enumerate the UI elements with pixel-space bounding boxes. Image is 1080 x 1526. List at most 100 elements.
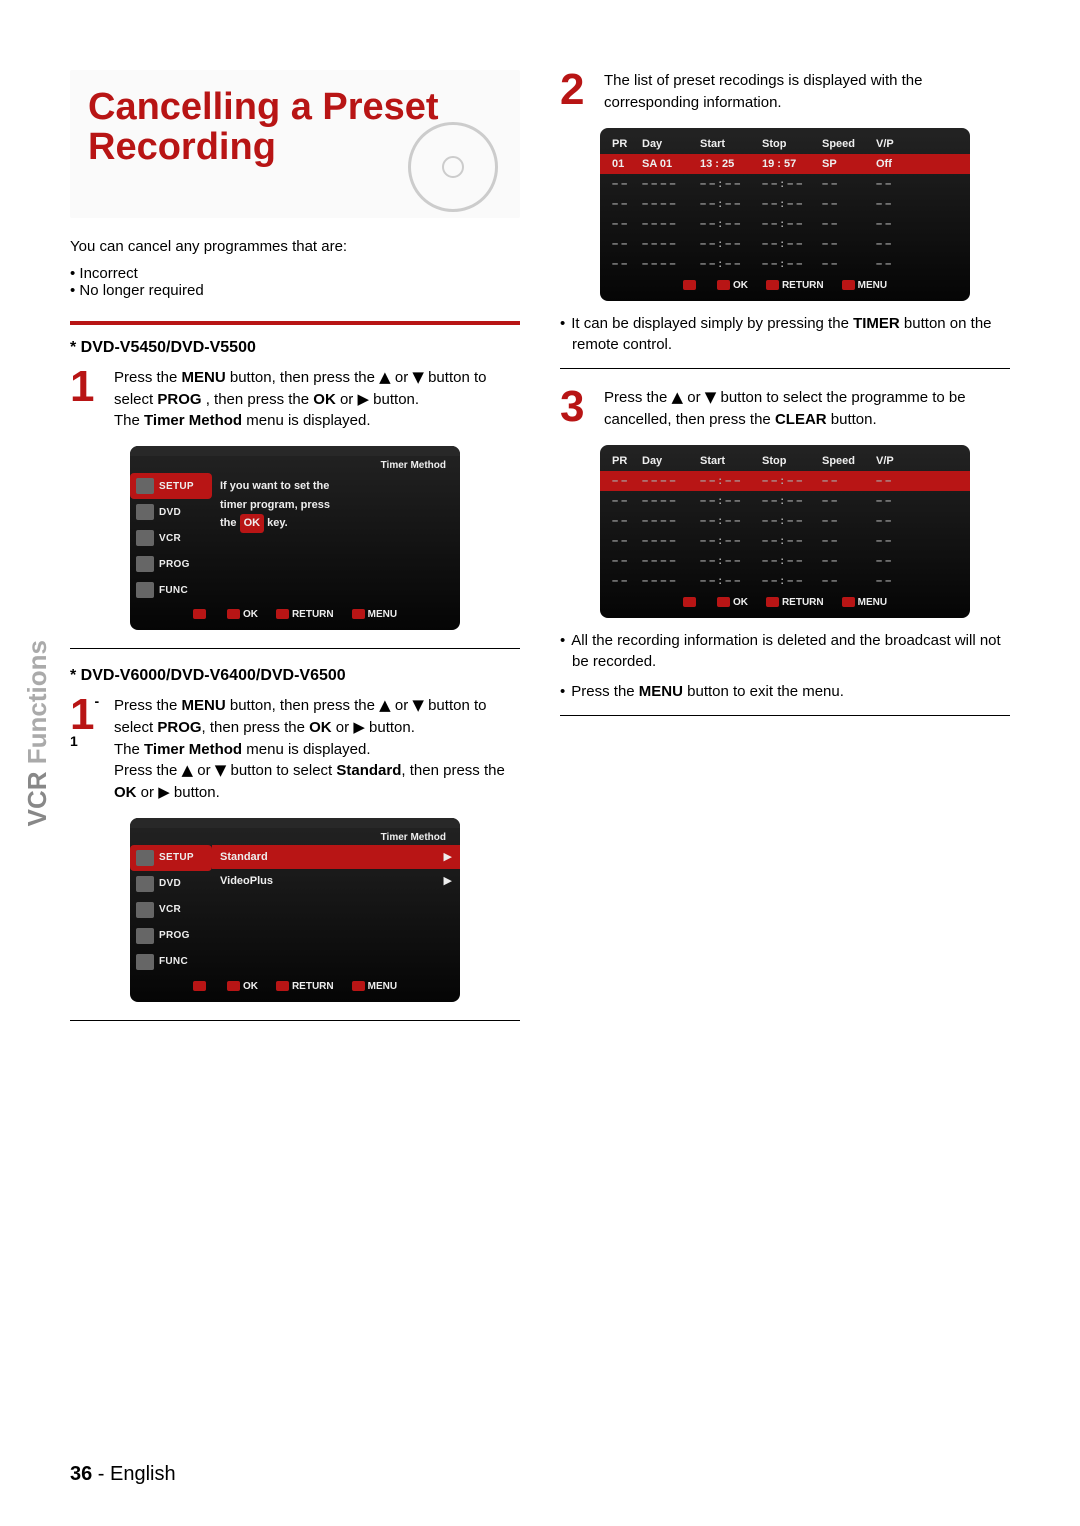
table-header: PRDayStartStopSpeedV/P	[600, 134, 970, 154]
prog-icon	[136, 928, 154, 944]
step-1-sec2: 1-1 Press the MENU button, then press th…	[70, 695, 520, 804]
step-3: 3 Press the ▲ or ▼ button to select the …	[560, 387, 1010, 431]
divider	[70, 1020, 520, 1021]
step-1-sec1: 1 Press the MENU button, then press the …	[70, 367, 520, 432]
note-list: It can be displayed simply by pressing t…	[560, 313, 1010, 357]
divider	[70, 648, 520, 649]
preset-table-1: PRDayStartStopSpeedV/P 01SA 0113 : 2519 …	[600, 128, 970, 301]
step-number: 1	[70, 367, 104, 432]
up-arrow-icon: ▲	[182, 760, 194, 782]
right-arrow-icon: ▶	[353, 717, 365, 739]
note-item: All the recording information is deleted…	[560, 630, 1010, 674]
return-icon	[276, 609, 289, 619]
side-section-label: VCR Functions	[22, 640, 53, 826]
disc-icon	[408, 122, 498, 212]
right-arrow-icon: ▶	[444, 872, 452, 891]
ok-icon	[717, 280, 730, 290]
dvd-icon	[136, 504, 154, 520]
osd-sidebar: SETUP DVD VCR PROG FUNC	[130, 845, 212, 975]
right-arrow-icon: ▶	[357, 389, 369, 411]
table-header: PRDayStartStopSpeedV/P	[600, 451, 970, 471]
table-row: – –– – – –– – : – –– – : – –– –– –	[600, 214, 970, 234]
prog-icon	[136, 556, 154, 572]
step-2: 2 The list of preset recodings is displa…	[560, 70, 1010, 114]
osd-screenshot-1: Timer Method SETUP DVD VCR PROG FUNC If …	[130, 446, 460, 630]
return-icon	[766, 280, 779, 290]
preset-table-2: PRDayStartStopSpeedV/P – –– – – –– – : –…	[600, 445, 970, 618]
setup-icon	[136, 850, 154, 866]
up-arrow-icon: ▲	[379, 695, 391, 717]
up-arrow-icon: ▲	[672, 387, 684, 409]
down-arrow-icon: ▼	[412, 367, 424, 389]
osd-title: Timer Method	[130, 456, 460, 473]
setup-icon	[136, 478, 154, 494]
divider	[560, 715, 1010, 716]
osd-footer: OK RETURN MENU	[600, 591, 970, 618]
vcr-icon	[136, 902, 154, 918]
page-title-block: Cancelling a Preset Recording	[70, 70, 520, 218]
down-arrow-icon: ▼	[705, 387, 717, 409]
bullet-item: No longer required	[70, 282, 520, 299]
right-arrow-icon: ▶	[158, 782, 170, 804]
step-number: 1-1	[70, 695, 104, 804]
osd-footer: OK RETURN MENU	[600, 274, 970, 301]
return-icon	[276, 981, 289, 991]
table-row: 01SA 0113 : 2519 : 57SPOff	[600, 154, 970, 174]
step-text: The list of preset recodings is displaye…	[604, 70, 1010, 114]
step-text: Press the MENU button, then press the ▲ …	[114, 367, 520, 432]
up-arrow-icon: ▲	[379, 367, 391, 389]
dvd-icon	[136, 876, 154, 892]
down-arrow-icon: ▼	[215, 760, 227, 782]
table-row: – –– – – –– – : – –– – : – –– –– –	[600, 254, 970, 274]
menu-icon	[352, 609, 365, 619]
osd-main: If you want to set the timer program, pr…	[212, 473, 460, 603]
nav-icon	[193, 981, 206, 991]
menu-icon	[842, 280, 855, 290]
ok-icon	[227, 981, 240, 991]
table-row: – –– – – –– – : – –– – : – –– –– –	[600, 174, 970, 194]
note-list: All the recording information is deleted…	[560, 630, 1010, 703]
osd-title: Timer Method	[130, 828, 460, 845]
model-header: * DVD-V6000/DVD-V6400/DVD-V6500	[70, 667, 520, 685]
osd-footer: OK RETURN MENU	[130, 975, 460, 1002]
func-icon	[136, 582, 154, 598]
nav-icon	[683, 280, 696, 290]
table-row: – –– – – –– – : – –– – : – –– –– –	[600, 551, 970, 571]
func-icon	[136, 954, 154, 970]
menu-icon	[842, 597, 855, 607]
vcr-icon	[136, 530, 154, 546]
step-text: Press the MENU button, then press the ▲ …	[114, 695, 520, 804]
ok-icon	[717, 597, 730, 607]
table-row: – –– – – –– – : – –– – : – –– –– –	[600, 571, 970, 591]
bullet-item: Incorrect	[70, 265, 520, 282]
model-header: * DVD-V5450/DVD-V5500	[70, 339, 520, 357]
table-row: – –– – – –– – : – –– – : – –– –– –	[600, 471, 970, 491]
table-row: – –– – – –– – : – –– – : – –– –– –	[600, 491, 970, 511]
menu-icon	[352, 981, 365, 991]
osd-screenshot-2: Timer Method SETUP DVD VCR PROG FUNC Sta…	[130, 818, 460, 1002]
ok-key: OK	[240, 514, 265, 533]
intro-bullets: Incorrect No longer required	[70, 265, 520, 299]
divider	[560, 368, 1010, 369]
table-row: – –– – – –– – : – –– – : – –– –– –	[600, 234, 970, 254]
note-item: Press the MENU button to exit the menu.	[560, 681, 1010, 703]
osd-main: Standard▶ VideoPlus▶	[212, 845, 460, 975]
right-arrow-icon: ▶	[444, 848, 452, 867]
step-text: Press the ▲ or ▼ button to select the pr…	[604, 387, 1010, 431]
step-number: 3	[560, 387, 594, 431]
page-footer: 36 - English	[70, 1463, 176, 1486]
intro-text: You can cancel any programmes that are:	[70, 236, 520, 257]
table-row: – –– – – –– – : – –– – : – –– –– –	[600, 511, 970, 531]
ok-icon	[227, 609, 240, 619]
table-row: – –– – – –– – : – –– – : – –– –– –	[600, 194, 970, 214]
return-icon	[766, 597, 779, 607]
osd-sidebar: SETUP DVD VCR PROG FUNC	[130, 473, 212, 603]
nav-icon	[683, 597, 696, 607]
nav-icon	[193, 609, 206, 619]
osd-footer: OK RETURN MENU	[130, 603, 460, 630]
divider	[70, 321, 520, 325]
table-row: – –– – – –– – : – –– – : – –– –– –	[600, 531, 970, 551]
down-arrow-icon: ▼	[412, 695, 424, 717]
note-item: It can be displayed simply by pressing t…	[560, 313, 1010, 357]
step-number: 2	[560, 70, 594, 114]
